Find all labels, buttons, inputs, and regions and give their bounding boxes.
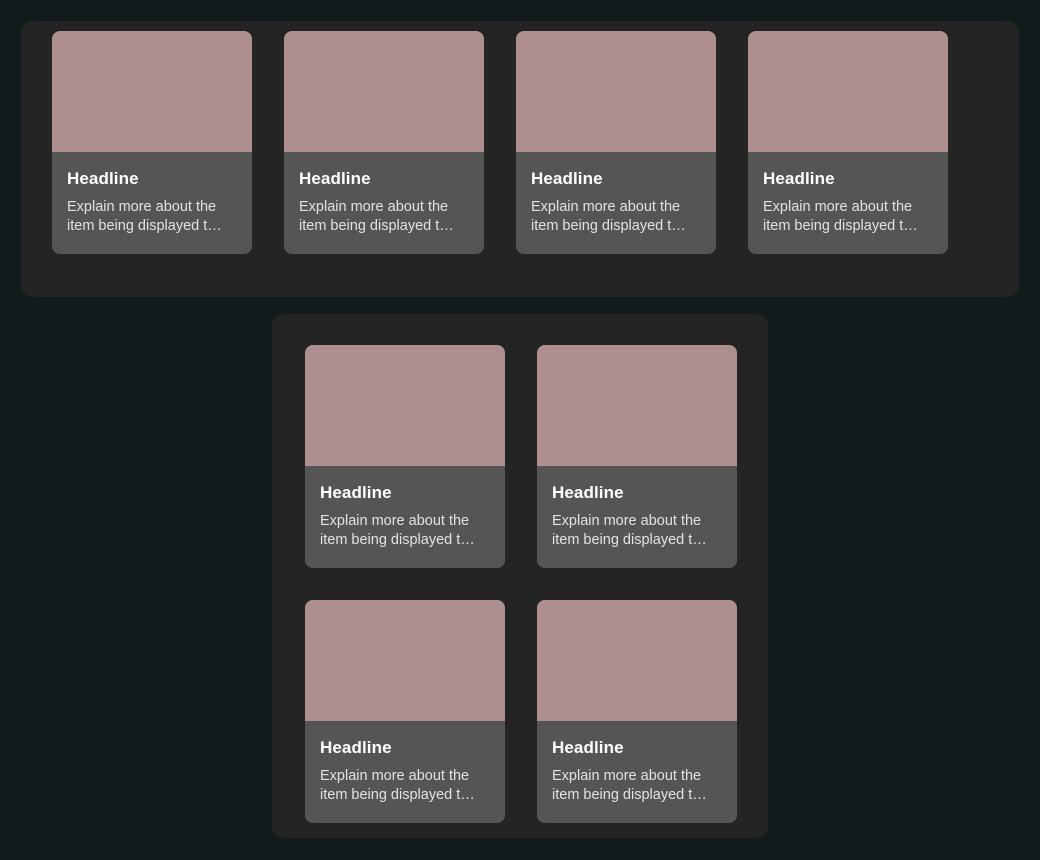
card-image-placeholder — [52, 31, 252, 152]
card-body: Headline Explain more about the item bei… — [748, 152, 948, 254]
page-root: Headline Explain more about the item bei… — [0, 0, 1040, 860]
card-image-placeholder — [305, 600, 505, 721]
top-card-grid: Headline Explain more about the item bei… — [52, 31, 948, 254]
bottom-card-grid: Headline Explain more about the item bei… — [305, 345, 737, 823]
card-description: Explain more about the item being displa… — [552, 513, 707, 548]
card-image-placeholder — [305, 345, 505, 466]
card[interactable]: Headline Explain more about the item bei… — [537, 345, 737, 568]
card-body: Headline Explain more about the item bei… — [516, 152, 716, 254]
card-title: Headline — [299, 169, 371, 188]
card-body: Headline Explain more about the item bei… — [284, 152, 484, 254]
card[interactable]: Headline Explain more about the item bei… — [516, 31, 716, 254]
card-body: Headline Explain more about the item bei… — [537, 721, 737, 823]
card-title: Headline — [67, 169, 139, 188]
card-description: Explain more about the item being displa… — [763, 199, 918, 234]
card-title: Headline — [320, 738, 392, 757]
card-description: Explain more about the item being displa… — [299, 199, 454, 234]
card-description: Explain more about the item being displa… — [531, 199, 686, 234]
card-body: Headline Explain more about the item bei… — [305, 466, 505, 568]
card-description: Explain more about the item being displa… — [320, 513, 475, 548]
card[interactable]: Headline Explain more about the item bei… — [537, 600, 737, 823]
card-image-placeholder — [748, 31, 948, 152]
card-title: Headline — [320, 483, 392, 502]
card[interactable]: Headline Explain more about the item bei… — [305, 345, 505, 568]
card[interactable]: Headline Explain more about the item bei… — [52, 31, 252, 254]
card-image-placeholder — [284, 31, 484, 152]
card-image-placeholder — [537, 345, 737, 466]
card-title: Headline — [552, 738, 624, 757]
card[interactable]: Headline Explain more about the item bei… — [748, 31, 948, 254]
card-title: Headline — [531, 169, 603, 188]
card-title: Headline — [552, 483, 624, 502]
card-title: Headline — [763, 169, 835, 188]
card-body: Headline Explain more about the item bei… — [305, 721, 505, 823]
card[interactable]: Headline Explain more about the item bei… — [284, 31, 484, 254]
card-body: Headline Explain more about the item bei… — [52, 152, 252, 254]
card-description: Explain more about the item being displa… — [320, 768, 475, 803]
card[interactable]: Headline Explain more about the item bei… — [305, 600, 505, 823]
card-description: Explain more about the item being displa… — [67, 199, 222, 234]
card-description: Explain more about the item being displa… — [552, 768, 707, 803]
card-image-placeholder — [537, 600, 737, 721]
card-body: Headline Explain more about the item bei… — [537, 466, 737, 568]
card-image-placeholder — [516, 31, 716, 152]
